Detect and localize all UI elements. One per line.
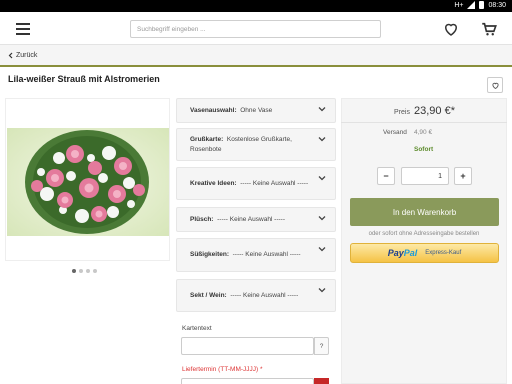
chevron-down-icon <box>318 288 326 293</box>
battery-icon <box>479 1 485 9</box>
card-text-input[interactable] <box>181 337 314 355</box>
shipping-label: Versand <box>383 129 407 136</box>
quantity-input[interactable] <box>401 167 449 185</box>
card-text-label: Kartentext <box>182 325 212 332</box>
gallery-dot[interactable] <box>72 269 76 273</box>
signal-icon <box>467 1 476 9</box>
chevron-down-icon <box>318 216 326 221</box>
product-title: Lila-weißer Strauß mit Alstromerien <box>8 74 160 84</box>
option-label: Vasenauswahl: <box>190 106 237 114</box>
paypal-express-label: Express-Kauf <box>425 250 462 256</box>
paypal-logo-a: Pay <box>387 248 404 258</box>
option-text: Plüsch: ----- Keine Auswahl ----- <box>190 215 317 224</box>
paypal-express-button[interactable]: PayPal Express-Kauf <box>350 243 499 263</box>
option-greeting-card[interactable]: Grußkarte: Kostenlose Grußkarte, Rosenbo… <box>176 128 336 161</box>
minus-icon: − <box>383 171 389 181</box>
price-label: Preis <box>394 109 410 116</box>
breadcrumb-bar: Zurück <box>0 45 512 67</box>
delivery-date-label: Liefertermin (TT-MM-JJJJ) * <box>182 366 263 373</box>
availability-status: Sofort <box>414 146 434 153</box>
back-link[interactable]: Zurück <box>8 52 37 59</box>
alt-checkout-text: oder sofort ohne Adresseingabe bestellen <box>368 231 480 237</box>
status-time: 08:30 <box>488 1 506 9</box>
option-creative-ideas[interactable]: Kreative Ideen: ----- Keine Auswahl ----… <box>176 167 336 200</box>
option-text: Vasenauswahl: Ohne Vase <box>190 106 317 115</box>
option-sweets[interactable]: Süßigkeiten: ----- Keine Auswahl ----- <box>176 238 336 272</box>
option-value: ----- Keine Auswahl ----- <box>217 215 286 223</box>
option-text: Süßigkeiten: ----- Keine Auswahl ----- <box>190 250 317 259</box>
network-indicator: H+ <box>454 1 464 9</box>
quantity-decrease-button[interactable]: − <box>377 167 395 185</box>
gallery-dot[interactable] <box>79 269 83 273</box>
option-text: Kreative Ideen: ----- Keine Auswahl ----… <box>190 179 317 188</box>
chevron-down-icon <box>318 137 326 142</box>
status-bar: H+ 08:30 <box>0 0 512 12</box>
option-plush[interactable]: Plüsch: ----- Keine Auswahl ----- <box>176 207 336 232</box>
quantity-increase-button[interactable]: + <box>454 167 472 185</box>
option-text: Grußkarte: Kostenlose Grußkarte, Rosenbo… <box>190 135 317 154</box>
option-label: Süßigkeiten: <box>190 251 230 259</box>
chevron-down-icon <box>318 107 326 112</box>
gallery-dot[interactable] <box>93 269 97 273</box>
card-text-help-button[interactable]: ? <box>314 337 329 355</box>
option-value: ----- Keine Auswahl ----- <box>230 291 299 299</box>
chevron-down-icon <box>318 247 326 252</box>
add-to-cart-button[interactable]: In den Warenkorb <box>350 198 499 226</box>
product-gallery[interactable] <box>5 98 170 261</box>
menu-icon[interactable] <box>16 22 32 36</box>
delivery-date-input[interactable] <box>181 378 314 384</box>
chevron-down-icon <box>318 176 326 181</box>
back-label: Zurück <box>16 52 38 59</box>
option-label: Kreative Ideen: <box>190 179 237 187</box>
paypal-logo: PayPal <box>388 248 418 258</box>
option-value: ----- Keine Auswahl ----- <box>240 179 309 187</box>
app-header <box>0 12 512 45</box>
cart-icon[interactable] <box>480 20 498 38</box>
option-value: ----- Keine Auswahl ----- <box>232 251 301 259</box>
divider <box>341 122 507 123</box>
buy-box <box>341 98 507 384</box>
add-to-wishlist-button[interactable] <box>487 77 503 93</box>
option-label: Plüsch: <box>190 215 214 223</box>
price-value: 23,90 €* <box>414 105 455 117</box>
heart-icon[interactable] <box>442 20 460 38</box>
paypal-logo-b: Pal <box>403 248 418 258</box>
gallery-dot[interactable] <box>86 269 90 273</box>
heart-icon <box>491 82 499 89</box>
shipping-value: 4,90 € <box>414 129 433 136</box>
option-label: Grußkarte: <box>190 136 224 144</box>
gallery-pagination <box>72 269 97 273</box>
product-image[interactable] <box>7 128 169 236</box>
question-icon: ? <box>319 342 324 350</box>
chevron-left-icon <box>8 52 13 59</box>
option-vase[interactable]: Vasenauswahl: Ohne Vase <box>176 98 336 123</box>
plus-icon: + <box>460 171 466 181</box>
option-label: Sekt / Wein: <box>190 291 227 299</box>
calendar-button[interactable] <box>314 378 329 384</box>
option-text: Sekt / Wein: ----- Keine Auswahl ----- <box>190 291 317 300</box>
option-value: Ohne Vase <box>240 106 273 114</box>
option-sparkling-wine[interactable]: Sekt / Wein: ----- Keine Auswahl ----- <box>176 279 336 312</box>
search-input[interactable] <box>130 20 381 38</box>
